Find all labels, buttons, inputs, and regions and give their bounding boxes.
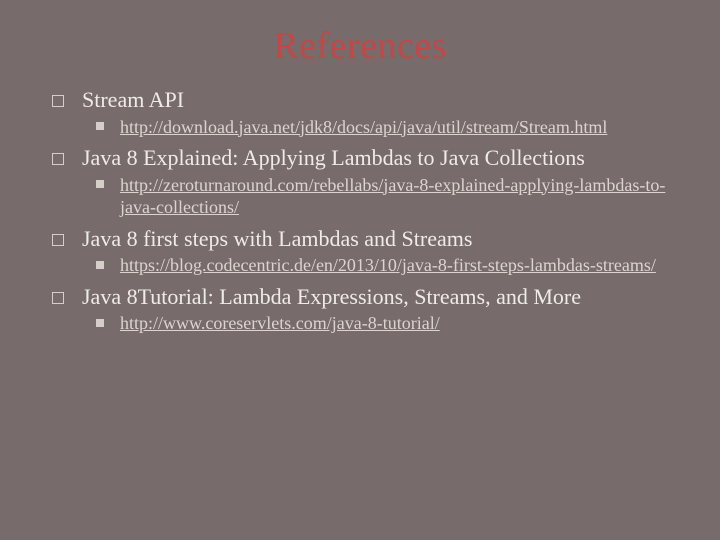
slide-title: References bbox=[50, 24, 670, 68]
reference-heading: Stream API bbox=[82, 87, 184, 112]
reference-link[interactable]: https://blog.codecentric.de/en/2013/10/j… bbox=[120, 255, 656, 275]
reference-link[interactable]: http://www.coreservlets.com/java-8-tutor… bbox=[120, 313, 440, 333]
reference-item: Java 8 first steps with Lambdas and Stre… bbox=[50, 225, 670, 277]
reference-heading: Java 8 first steps with Lambdas and Stre… bbox=[82, 226, 472, 251]
reference-item: Stream API http://download.java.net/jdk8… bbox=[50, 86, 670, 138]
reference-item: Java 8Tutorial: Lambda Expressions, Stre… bbox=[50, 283, 670, 335]
reference-heading: Java 8Tutorial: Lambda Expressions, Stre… bbox=[82, 284, 581, 309]
reference-link-item: http://zeroturnaround.com/rebellabs/java… bbox=[92, 174, 670, 219]
reference-link-item: https://blog.codecentric.de/en/2013/10/j… bbox=[92, 254, 670, 277]
slide: References Stream API http://download.ja… bbox=[0, 0, 720, 540]
reference-heading: Java 8 Explained: Applying Lambdas to Ja… bbox=[82, 145, 585, 170]
reference-link-item: http://www.coreservlets.com/java-8-tutor… bbox=[92, 312, 670, 335]
reference-link-item: http://download.java.net/jdk8/docs/api/j… bbox=[92, 116, 670, 139]
reference-link[interactable]: http://download.java.net/jdk8/docs/api/j… bbox=[120, 117, 607, 137]
reference-list: Stream API http://download.java.net/jdk8… bbox=[50, 86, 670, 335]
reference-link[interactable]: http://zeroturnaround.com/rebellabs/java… bbox=[120, 175, 665, 218]
reference-item: Java 8 Explained: Applying Lambdas to Ja… bbox=[50, 144, 670, 219]
